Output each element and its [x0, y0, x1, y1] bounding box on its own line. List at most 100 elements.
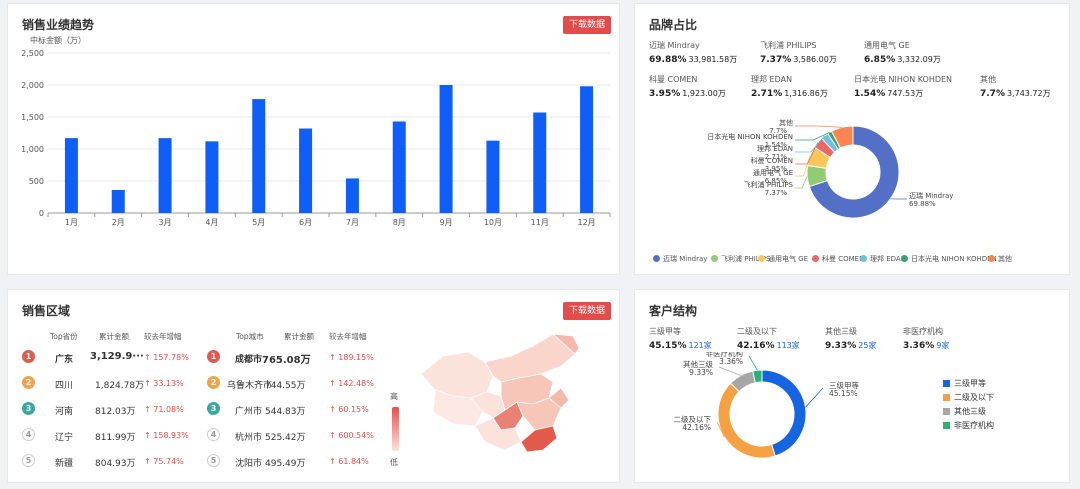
x-tick-label: 4月 — [205, 218, 218, 227]
sales-trend-panel: 销售业绩趋势 下载数据 中标金额（万） 0 500 1,000 1,500 2,000 2,… — [7, 3, 620, 275]
province-amount: 812.03万 — [95, 407, 136, 417]
bar[interactable] — [64, 138, 78, 213]
legend-swatch — [653, 255, 660, 262]
customer-stat-name: 非医疗机构 — [903, 327, 943, 336]
donut-slice[interactable] — [761, 369, 807, 457]
brand-legend-item[interactable]: 迈瑞 Mindray — [653, 254, 707, 264]
customer-stat-count: 9家 — [936, 341, 950, 350]
x-tick-label: 7月 — [346, 218, 359, 227]
bar[interactable] — [252, 99, 266, 213]
city-rank-badge: 4 — [207, 428, 220, 441]
province-amount: 811.99万 — [95, 433, 136, 443]
bar[interactable] — [158, 138, 172, 213]
slice-label-pct: 6.85% — [765, 177, 788, 185]
customer-legend-item[interactable]: 非医疗机构 — [943, 420, 994, 431]
city-growth: ↑ 60.15% — [329, 405, 369, 414]
legend-swatch — [988, 255, 995, 262]
sales-region-title: 销售区域 — [22, 304, 71, 318]
brand-stat-amount: 33,981.58万 — [688, 55, 738, 64]
customer-stat-pct: 42.16% — [737, 341, 775, 351]
bar[interactable] — [345, 178, 359, 213]
customer-stat-name: 其他三级 — [825, 327, 857, 336]
y-axis-label: 中标金额（万） — [30, 35, 86, 45]
bar[interactable] — [111, 189, 125, 213]
legend-swatch — [812, 255, 819, 262]
bar[interactable] — [299, 128, 313, 213]
bar[interactable] — [486, 140, 500, 213]
city-amount: 744.55万 — [265, 381, 306, 391]
slice-leader-line — [805, 387, 824, 408]
customer-structure-title: 客户结构 — [649, 304, 698, 318]
brand-legend-item[interactable]: 科曼 COMEN — [812, 254, 864, 264]
china-map — [420, 333, 580, 453]
slice-label-name: 其他 — [779, 118, 793, 127]
slice-leader-line — [795, 125, 843, 128]
brand-stat-pct: 3.95% — [649, 89, 681, 99]
slice-label-pct: 9.33% — [689, 368, 713, 377]
brand-legend-item[interactable]: 理邦 EDAN — [860, 254, 906, 264]
city-growth: ↑ 600.54% — [329, 431, 374, 440]
city-growth: ↑ 61.84% — [329, 457, 369, 466]
legend-label: 三级甲等 — [954, 379, 986, 388]
bar[interactable] — [439, 85, 453, 213]
brand-stat-amount: 1,316.86万 — [784, 89, 828, 98]
brand-share-panel: 品牌占比 迈瑞 Mindray 69.88% 飞利浦 PHILIPS 7.37% 通用电… — [634, 3, 1070, 275]
brand-stat-value: 2.71% 1,316.86万 — [751, 88, 828, 99]
slice-label-pct: 45.15% — [829, 389, 858, 398]
y-tick-label: 1,500 — [21, 113, 44, 122]
slice-label-pct: 42.16% — [682, 423, 711, 432]
brand-stat-name: 其他 — [980, 75, 996, 84]
province-name: 新疆 — [55, 459, 74, 469]
province-name: 辽宁 — [55, 433, 74, 443]
city-rank-badge: 1 — [207, 350, 220, 363]
city-rank-badge: 3 — [207, 402, 220, 415]
map-scale-high-label: 高 — [390, 392, 398, 401]
legend-swatch — [943, 408, 950, 415]
y-tick-label: 2,000 — [21, 81, 44, 90]
city-name: 成都市 — [235, 355, 263, 365]
brand-stat-name: 通用电气 GE — [864, 41, 910, 50]
legend-swatch — [860, 255, 867, 262]
map-region-guangdong — [520, 425, 558, 453]
customer-stat-pct: 45.15% — [649, 341, 687, 351]
sales-region-download-button[interactable]: 下载数据 — [563, 302, 612, 320]
brand-legend-item[interactable]: 通用电气 GE — [758, 254, 808, 264]
brand-stat-amount: 3,743.72万 — [1006, 89, 1051, 98]
bar[interactable] — [392, 121, 406, 213]
slice-label-pct: 69.88% — [909, 200, 936, 208]
province-rank-badge: 3 — [22, 402, 35, 415]
brand-stat-name: 迈瑞 Mindray — [649, 41, 700, 50]
legend-label: 通用电气 GE — [768, 255, 809, 263]
slice-leader-line — [718, 366, 741, 376]
bar[interactable] — [533, 112, 547, 213]
brand-legend-item[interactable]: 其他 — [988, 254, 1012, 264]
x-tick-label: 6月 — [299, 218, 312, 227]
legend-label: 日本光电 NIHON KOHDEN — [911, 255, 997, 263]
customer-legend-item[interactable]: 三级甲等 — [943, 378, 986, 389]
province-rank-badge: 5 — [22, 454, 35, 467]
customer-legend-item[interactable]: 其他三级 — [943, 406, 986, 417]
city-header-growth: 较去年增幅 — [329, 332, 367, 341]
x-tick-label: 2月 — [112, 218, 125, 227]
brand-legend-item[interactable]: 日本光电 NIHON KOHDEN — [901, 254, 997, 264]
legend-swatch — [901, 255, 908, 262]
slice-leader-line — [795, 175, 808, 189]
map-scale-low-label: 低 — [390, 458, 398, 467]
brand-stat-pct: 2.71% — [751, 89, 783, 99]
donut-slice[interactable] — [717, 382, 776, 459]
city-growth: ↑ 189.15% — [329, 353, 374, 362]
sales-region-panel: 销售区域 下载数据 Top省份 累计金额 较去年增幅 Top城市 累计金额 较去… — [7, 289, 620, 483]
customer-stat-count: 113家 — [776, 341, 800, 350]
legend-swatch — [943, 422, 950, 429]
customer-legend-item[interactable]: 二级及以下 — [943, 392, 994, 403]
prov-header-name: Top省份 — [50, 332, 78, 341]
y-tick-label: 0 — [39, 209, 44, 218]
brand-stat-value: 1.54% 747.53万 — [854, 88, 923, 99]
bar[interactable] — [580, 86, 594, 213]
x-tick-label: 9月 — [440, 218, 453, 227]
city-rank-badge: 5 — [207, 454, 220, 467]
customer-stat-value: 45.15% 121家 — [649, 340, 712, 351]
bar[interactable] — [205, 141, 219, 213]
slice-label-pct: 7.37% — [765, 189, 788, 197]
city-header-amount: 累计金额 — [284, 332, 314, 341]
